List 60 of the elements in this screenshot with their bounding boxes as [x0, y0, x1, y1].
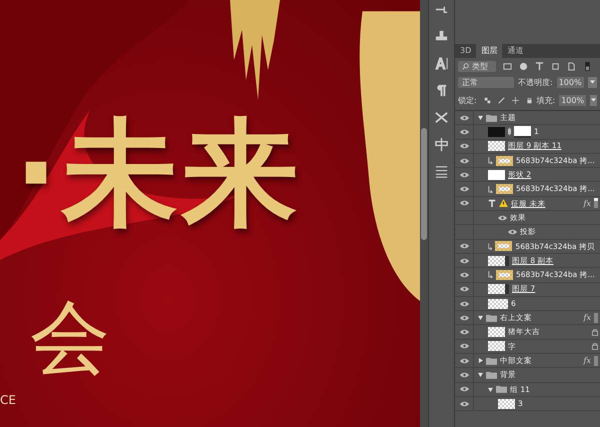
opacity-dropdown-button[interactable]: [588, 76, 597, 88]
poster-caption: CE: [0, 394, 16, 406]
shape-filter-icon[interactable]: [551, 62, 560, 70]
effects-label: fx: [584, 198, 591, 208]
effects-label: fx: [584, 313, 591, 322]
blend-mode-dropdown[interactable]: 正常: [458, 76, 514, 88]
layer-thumbnail: [488, 327, 505, 338]
mask-thumbnail: [514, 126, 531, 138]
image-filter-icon[interactable]: [503, 62, 512, 70]
folder-icon: [486, 370, 497, 379]
layer-thumbnail: [488, 256, 509, 266]
layer-thumbnail: [498, 398, 515, 409]
caret-icon: [590, 80, 595, 84]
panel-tab[interactable]: 图层: [476, 44, 502, 58]
layer-thumbnail: [488, 141, 505, 152]
lock-icon[interactable]: [526, 96, 532, 104]
list-icon[interactable]: [434, 164, 449, 179]
brush-icon[interactable]: [498, 96, 505, 104]
lock-transparency-icon[interactable]: [484, 96, 491, 104]
character-icon[interactable]: [434, 56, 449, 71]
caret-icon: [591, 98, 596, 102]
move-icon[interactable]: [512, 96, 519, 104]
folder-icon: [486, 356, 497, 365]
effects-label: fx: [584, 356, 591, 366]
fill-label: 填充:: [536, 94, 556, 106]
layer-thumbnail: [496, 156, 513, 166]
type-filter-icon[interactable]: [535, 62, 544, 70]
scrollbar-thumb[interactable]: [421, 128, 427, 240]
smart-object-filter-icon[interactable]: [567, 62, 576, 70]
folder-icon: [486, 114, 497, 122]
text-layer-icon: [488, 199, 496, 208]
panel-tab[interactable]: 通道: [502, 44, 528, 58]
layer-thumbnail: [488, 298, 508, 308]
layer-thumbnail: [495, 241, 512, 252]
effects-toggle[interactable]: [594, 356, 598, 366]
layer-thumbnail: [488, 126, 505, 137]
opacity-field[interactable]: 100%: [556, 76, 584, 88]
effects-toggle[interactable]: [594, 198, 598, 208]
align-icon[interactable]: [434, 137, 449, 152]
lock-label: 锁定:: [458, 94, 477, 106]
folder-icon: [496, 385, 507, 394]
layer-thumbnail: [488, 284, 509, 294]
filter-dropdown[interactable]: 类型: [458, 60, 496, 72]
folder-icon: [486, 314, 497, 322]
adjustment-filter-icon[interactable]: [519, 62, 528, 70]
panel-tab[interactable]: 3D: [455, 44, 476, 58]
opacity-label: 不透明度:: [518, 76, 553, 88]
layer-thumbnail: [488, 170, 505, 180]
fill-dropdown-button[interactable]: [590, 94, 597, 106]
link-icon: [508, 127, 511, 136]
layer-thumbnail: [496, 184, 513, 194]
layer-thumbnail: [496, 270, 513, 280]
filter-toggle-icon[interactable]: [583, 62, 592, 70]
poster-subtitle: 会: [30, 298, 110, 378]
poster-headline: ·未来: [14, 116, 302, 232]
search-icon: [462, 62, 469, 70]
tools-icon[interactable]: [434, 110, 449, 125]
fill-field[interactable]: 100%: [559, 94, 586, 106]
layer-thumbnail: [488, 341, 505, 352]
effects-toggle[interactable]: [594, 312, 598, 323]
